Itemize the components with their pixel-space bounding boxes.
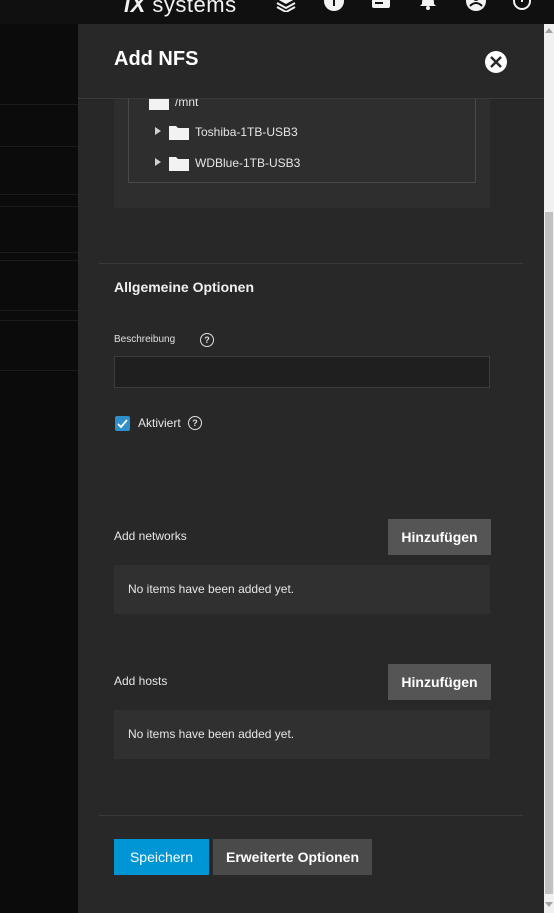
- page-backdrop[interactable]: [0, 24, 78, 913]
- hosts-empty-list: No items have been added yet.: [114, 710, 490, 759]
- tree-node-toshiba[interactable]: Toshiba-1TB-USB3: [155, 124, 355, 144]
- backdrop-divider: [0, 146, 78, 147]
- tree-node-label: Toshiba-1TB-USB3: [195, 125, 298, 139]
- bell-icon[interactable]: [418, 0, 438, 12]
- section-divider: [99, 263, 523, 264]
- backdrop-divider: [0, 252, 78, 253]
- folder-icon: [169, 126, 189, 140]
- power-icon[interactable]: [512, 0, 532, 12]
- backdrop-divider: [0, 194, 78, 195]
- panel-header: Add NFS: [78, 24, 544, 99]
- ixsystems-logo[interactable]: iX systems: [124, 0, 237, 18]
- brand-ix: iX: [124, 0, 146, 17]
- account-icon[interactable]: [466, 0, 486, 12]
- add-network-button[interactable]: Hinzufügen: [388, 519, 491, 555]
- scroll-down-arrow-icon[interactable]: [545, 902, 553, 907]
- scrollbar-thumb[interactable]: [545, 212, 553, 894]
- save-button[interactable]: Speichern: [114, 839, 209, 875]
- help-icon[interactable]: ?: [200, 333, 214, 347]
- close-button[interactable]: [485, 51, 507, 73]
- empty-message: No items have been added yet.: [128, 582, 295, 596]
- expand-arrow-icon[interactable]: [155, 127, 161, 135]
- panel-title: Add NFS: [114, 48, 199, 70]
- close-icon: [490, 56, 502, 68]
- expand-arrow-icon[interactable]: [155, 158, 161, 166]
- general-options-title: Allgemeine Optionen: [114, 279, 255, 295]
- checkmark-icon: [117, 419, 128, 429]
- backdrop-divider: [0, 310, 78, 311]
- backdrop-divider: [0, 370, 78, 371]
- empty-message: No items have been added yet.: [128, 727, 295, 741]
- top-toolbar: iX systems: [0, 0, 554, 24]
- backdrop-divider: [0, 320, 78, 321]
- tree-node-wdblue[interactable]: WDBlue-1TB-USB3: [155, 155, 355, 175]
- tree-node-label: WDBlue-1TB-USB3: [195, 156, 301, 170]
- backdrop-divider: [0, 260, 78, 261]
- scroll-up-arrow-icon[interactable]: [545, 28, 553, 33]
- add-hosts-label: Add hosts: [114, 674, 168, 688]
- section-divider: [99, 815, 523, 816]
- brand-word: systems: [152, 0, 237, 17]
- enabled-label[interactable]: Aktiviert: [138, 416, 181, 430]
- description-label: Beschreibung: [114, 334, 176, 345]
- tasks-icon[interactable]: [371, 0, 391, 12]
- help-icon[interactable]: ?: [188, 416, 202, 430]
- description-input[interactable]: [114, 356, 490, 388]
- panel-scrollbar[interactable]: [544, 24, 554, 913]
- add-nfs-panel: /mnt Toshiba-1TB-USB3 WDBlue-1TB-USB3 Ad…: [78, 24, 544, 913]
- enabled-checkbox[interactable]: [115, 416, 130, 431]
- networks-empty-list: No items have been added yet.: [114, 565, 490, 614]
- advanced-options-button[interactable]: Erweiterte Optionen: [213, 839, 372, 875]
- add-networks-label: Add networks: [114, 529, 187, 543]
- add-host-button[interactable]: Hinzufügen: [388, 664, 491, 700]
- backdrop-divider: [0, 206, 78, 207]
- truecommand-icon[interactable]: [276, 0, 296, 12]
- backdrop-divider: [0, 104, 78, 105]
- folder-icon: [169, 157, 189, 171]
- info-icon[interactable]: [324, 0, 344, 12]
